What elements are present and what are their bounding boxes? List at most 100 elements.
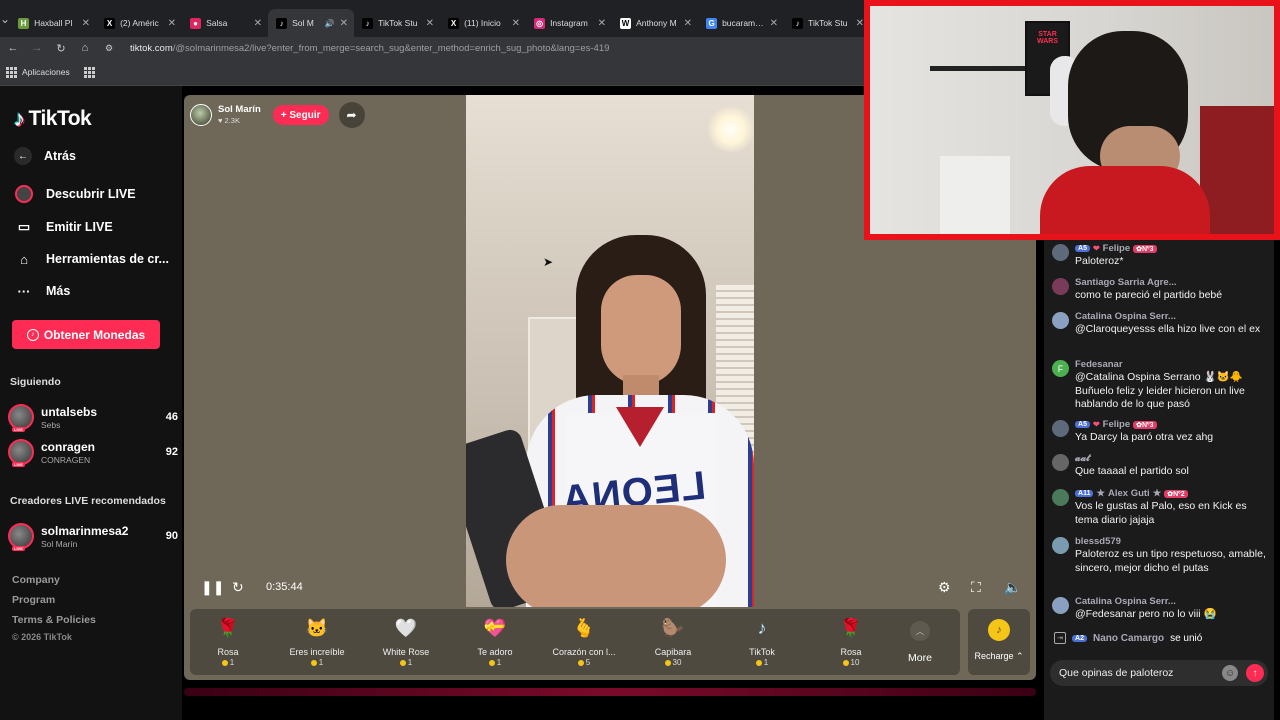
chat-avatar[interactable]: F: [1052, 360, 1069, 377]
chat-avatar[interactable]: [1052, 537, 1069, 554]
tiktok-logo[interactable]: ♪ TikTok: [14, 106, 92, 132]
browser-tab[interactable]: W Anthony M ✕: [612, 9, 698, 37]
gift-item[interactable]: 💝 Te adoro 1: [455, 615, 535, 668]
chat-text: Que taaaal el partido sol: [1075, 465, 1189, 477]
tab-close-icon[interactable]: ✕: [856, 18, 864, 29]
chat-username[interactable]: Catalina Ospina Serr...: [1075, 596, 1176, 607]
pause-icon[interactable]: ❚❚: [201, 579, 224, 596]
tab-close-icon[interactable]: ✕: [82, 18, 90, 29]
browser-tab[interactable]: H Haxball Pl ✕: [10, 9, 96, 37]
chat-username[interactable]: Felipe: [1103, 243, 1130, 254]
get-coins-button[interactable]: ♪ Obtener Monedas: [12, 320, 160, 349]
tab-close-icon[interactable]: ✕: [340, 18, 348, 29]
creator-row[interactable]: LIVE conragen CONRAGEN 92: [8, 436, 178, 468]
browser-tab[interactable]: X (11) Inicio ✕: [440, 9, 526, 37]
chat-avatar[interactable]: [1052, 244, 1069, 261]
gift-item[interactable]: 🐱 Eres increíble 1: [277, 615, 357, 668]
creator-row[interactable]: LIVE untalsebs Sebs 46: [8, 401, 178, 433]
url-field[interactable]: tiktok.com/@solmarinmesa2/live?enter_fro…: [130, 43, 609, 54]
sidebar-nav-item[interactable]: ··· Más: [14, 281, 71, 301]
volume-icon[interactable]: 🔈: [1004, 579, 1021, 596]
tab-close-icon[interactable]: ✕: [684, 18, 692, 29]
footer-link[interactable]: Program: [12, 594, 55, 606]
host-name[interactable]: Sol Marín: [218, 104, 261, 115]
live-video[interactable]: LEONA: [466, 95, 754, 607]
sidebar-nav-item[interactable]: ▭ Emitir LIVE: [14, 217, 113, 237]
tab-close-icon[interactable]: ✕: [254, 18, 262, 29]
chat-input[interactable]: Que opinas de paloteroz ☺ ↑: [1050, 660, 1268, 686]
apps-grid-icon[interactable]: [6, 67, 17, 78]
browser-tab[interactable]: ♪ TikTok Stu ✕: [784, 9, 870, 37]
back-arrow-icon[interactable]: ←: [6, 41, 20, 55]
gift-item[interactable]: 🤍 White Rose 1: [366, 615, 446, 668]
chat-message: A5 ❤ Felipe ✿Nº3 Ya Darcy la paró otra vez a…: [1052, 419, 1267, 445]
tab-close-icon[interactable]: ✕: [598, 18, 606, 29]
forward-arrow-icon[interactable]: →: [30, 41, 44, 55]
footer-link[interactable]: Company: [12, 574, 60, 586]
chat-avatar[interactable]: [1052, 420, 1069, 437]
browser-tab[interactable]: ♪ Sol M 🔊 ✕: [268, 9, 355, 37]
browser-tab[interactable]: X (2) Améric ✕: [96, 9, 182, 37]
chat-username[interactable]: 𝓪𝓪𝓽: [1075, 453, 1090, 464]
bookmarks-grid-icon[interactable]: [83, 67, 95, 78]
gift-item[interactable]: 🌹 Rosa 10: [811, 615, 891, 668]
site-settings-icon[interactable]: ⚙: [102, 41, 116, 55]
follow-button[interactable]: + Seguir: [272, 105, 329, 125]
back-nav[interactable]: ← Atrás: [14, 147, 76, 165]
live-badge: LIVE: [12, 462, 25, 467]
sidebar-nav-item[interactable]: ⌂ Herramientas de cr...: [14, 249, 169, 269]
refresh-icon[interactable]: ↻: [232, 579, 244, 596]
chat-username[interactable]: blessd579: [1075, 536, 1121, 547]
settings-gear-icon[interactable]: ⚙: [938, 579, 951, 596]
send-icon[interactable]: ↑: [1246, 664, 1264, 682]
tab-close-icon[interactable]: ✕: [426, 18, 434, 29]
avatar: LIVE: [8, 523, 34, 551]
tab-close-icon[interactable]: ✕: [512, 18, 520, 29]
gift-item[interactable]: 🫰 Corazón con l... 5: [544, 615, 624, 668]
chat-avatar[interactable]: [1052, 489, 1069, 506]
chat-username[interactable]: Fedesanar: [1075, 359, 1123, 370]
player-bottom-strip: [184, 688, 1036, 696]
chat-avatar[interactable]: [1052, 597, 1069, 614]
gift-icon: 🤍: [394, 617, 418, 638]
chat-text: Paloteroz*: [1075, 255, 1124, 267]
coin-icon: [664, 659, 671, 666]
chat-input-text[interactable]: Que opinas de paloteroz: [1059, 667, 1222, 679]
reload-icon[interactable]: ↻: [54, 41, 68, 55]
chat-username[interactable]: Catalina Ospina Serr...: [1075, 311, 1176, 322]
gift-item[interactable]: 🦫 Capibara 30: [633, 615, 713, 668]
browser-tab[interactable]: ● Salsa ✕: [182, 9, 268, 37]
fullscreen-icon[interactable]: ⛶: [971, 579, 981, 596]
chat-avatar[interactable]: [1052, 454, 1069, 471]
gift-item[interactable]: 🌹 Rosa 1: [188, 615, 268, 668]
share-icon[interactable]: ➦: [338, 102, 365, 128]
recharge-button[interactable]: ♪ Recharge ⌃: [968, 609, 1030, 675]
gift-item[interactable]: ♪ TikTok 1: [722, 615, 802, 668]
chat-avatar[interactable]: [1052, 312, 1069, 329]
browser-tab[interactable]: ♪ TikTok Stu ✕: [354, 9, 440, 37]
host-avatar[interactable]: [190, 104, 212, 126]
join-user[interactable]: Nano Camargo: [1093, 633, 1164, 644]
chat-header: 𝓪𝓪𝓽: [1075, 453, 1267, 464]
tab-search-chevron-icon[interactable]: ⌄: [0, 0, 10, 37]
chat-username[interactable]: Santiago Sarria Agre...: [1075, 277, 1177, 288]
sidebar-nav-item[interactable]: Descubrir LIVE: [14, 184, 136, 204]
emoji-icon[interactable]: ☺: [1222, 665, 1238, 681]
chat-username[interactable]: Alex Guti: [1108, 488, 1150, 499]
tab-close-icon[interactable]: ✕: [168, 18, 176, 29]
tab-close-icon[interactable]: ✕: [770, 18, 778, 29]
tab-audio-icon[interactable]: 🔊: [325, 19, 335, 28]
webcam-person-shirt: [1040, 166, 1210, 234]
creator-row[interactable]: LIVE solmarinmesa2 Sol Marín 90: [8, 520, 178, 552]
live-chat: A5 ❤ Felipe ✿Nº3 Paloteroz* Santiago Sarria A…: [1044, 240, 1274, 720]
chat-header: A11 ★ Alex Guti ★ ✿Nº2: [1075, 488, 1267, 499]
bookmark-apps[interactable]: Aplicaciones: [22, 67, 70, 77]
more-gifts-button[interactable]: ︿ More: [908, 621, 932, 664]
chat-avatar[interactable]: [1052, 278, 1069, 295]
browser-tab[interactable]: ◎ Instagram ✕: [526, 9, 612, 37]
footer-link[interactable]: Terms & Policies: [12, 614, 96, 626]
browser-tab[interactable]: Gbucaramang ✕: [698, 9, 784, 37]
chat-username[interactable]: Felipe: [1103, 419, 1130, 430]
home-icon[interactable]: ⌂: [78, 41, 92, 55]
gift-icon: 🐱: [305, 617, 329, 638]
